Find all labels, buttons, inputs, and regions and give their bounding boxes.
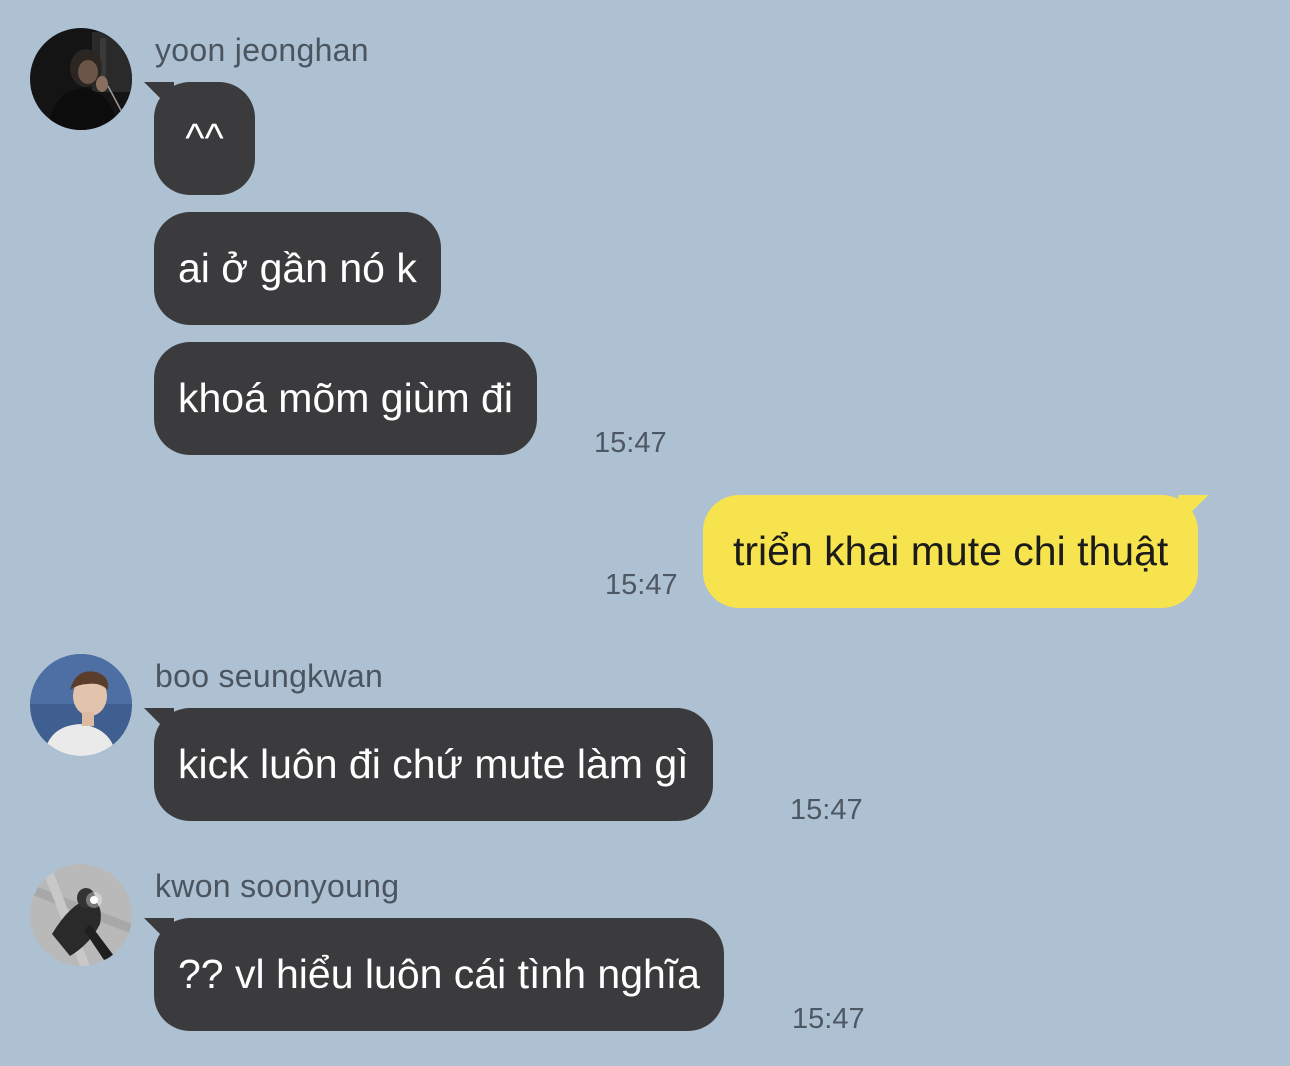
avatar-yoon-jeonghan[interactable] xyxy=(30,28,132,130)
message-bubble[interactable]: khoá mõm giùm đi xyxy=(154,342,537,455)
message-bubble[interactable]: ai ở gần nó k xyxy=(154,212,441,325)
message-timestamp: 15:47 xyxy=(792,1003,865,1035)
message-text: triển khai mute chi thuật xyxy=(733,528,1169,574)
message-bubble[interactable]: kick luôn đi chứ mute làm gì xyxy=(154,708,713,821)
message-timestamp: 15:47 xyxy=(594,427,667,459)
message-bubble[interactable]: ^^ xyxy=(154,82,255,195)
message-text: ai ở gần nó k xyxy=(178,245,417,291)
avatar-boo-seungkwan[interactable] xyxy=(30,654,132,756)
avatar-kwon-soonyoung[interactable] xyxy=(30,864,132,966)
chat-thread: yoon jeonghan ^^ ai ở gần nó k khoá mõm … xyxy=(0,0,1290,1066)
sender-name: boo seungkwan xyxy=(155,658,384,694)
profile-photo-icon xyxy=(30,654,132,756)
sender-name: yoon jeonghan xyxy=(155,32,369,68)
profile-photo-icon xyxy=(30,864,132,966)
message-text: khoá mõm giùm đi xyxy=(178,375,513,421)
my-message-bubble[interactable]: triển khai mute chi thuật xyxy=(703,495,1199,608)
message-bubble[interactable]: ?? vl hiểu luôn cái tình nghĩa xyxy=(154,918,724,1031)
profile-photo-icon xyxy=(30,28,132,130)
message-text: ^^ xyxy=(185,115,224,161)
message-text: ?? vl hiểu luôn cái tình nghĩa xyxy=(178,951,700,997)
message-text: kick luôn đi chứ mute làm gì xyxy=(178,741,689,787)
sender-name: kwon soonyoung xyxy=(155,868,400,904)
message-timestamp: 15:47 xyxy=(790,794,863,826)
message-timestamp: 15:47 xyxy=(605,569,678,601)
